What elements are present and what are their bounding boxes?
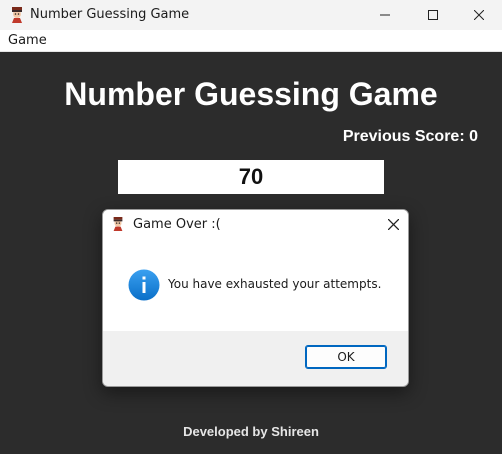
previous-score: Previous Score: 0 [342,128,478,145]
close-window-button[interactable] [456,0,502,30]
game-over-dialog: Game Over :( You have exhausted your att… [102,209,409,387]
menu-bar: Game [0,30,502,52]
close-icon [387,218,399,230]
ok-button[interactable]: OK [305,345,387,369]
maximize-button[interactable] [410,0,456,30]
maximize-icon [428,10,438,20]
guess-input[interactable] [118,160,384,194]
close-icon [474,10,484,20]
app-icon [12,7,22,23]
dialog-close-button[interactable] [384,215,402,233]
dialog-titlebar[interactable]: Game Over :( [103,210,408,239]
minimize-icon [380,14,390,16]
game-title: Number Guessing Game [64,76,438,112]
developer-credit: Developed by Shireen [183,424,319,439]
minimize-button[interactable] [362,0,408,30]
menu-game[interactable]: Game [8,33,47,48]
dialog-footer: OK [103,331,408,386]
window-title: Number Guessing Game [30,7,190,22]
window-titlebar[interactable]: Number Guessing Game [0,0,502,30]
dialog-title: Game Over :( [133,217,221,232]
dialog-body: You have exhausted your attempts. [103,239,408,331]
app-icon [113,217,123,231]
dialog-message: You have exhausted your attempts. [168,277,382,291]
info-icon [128,269,160,301]
